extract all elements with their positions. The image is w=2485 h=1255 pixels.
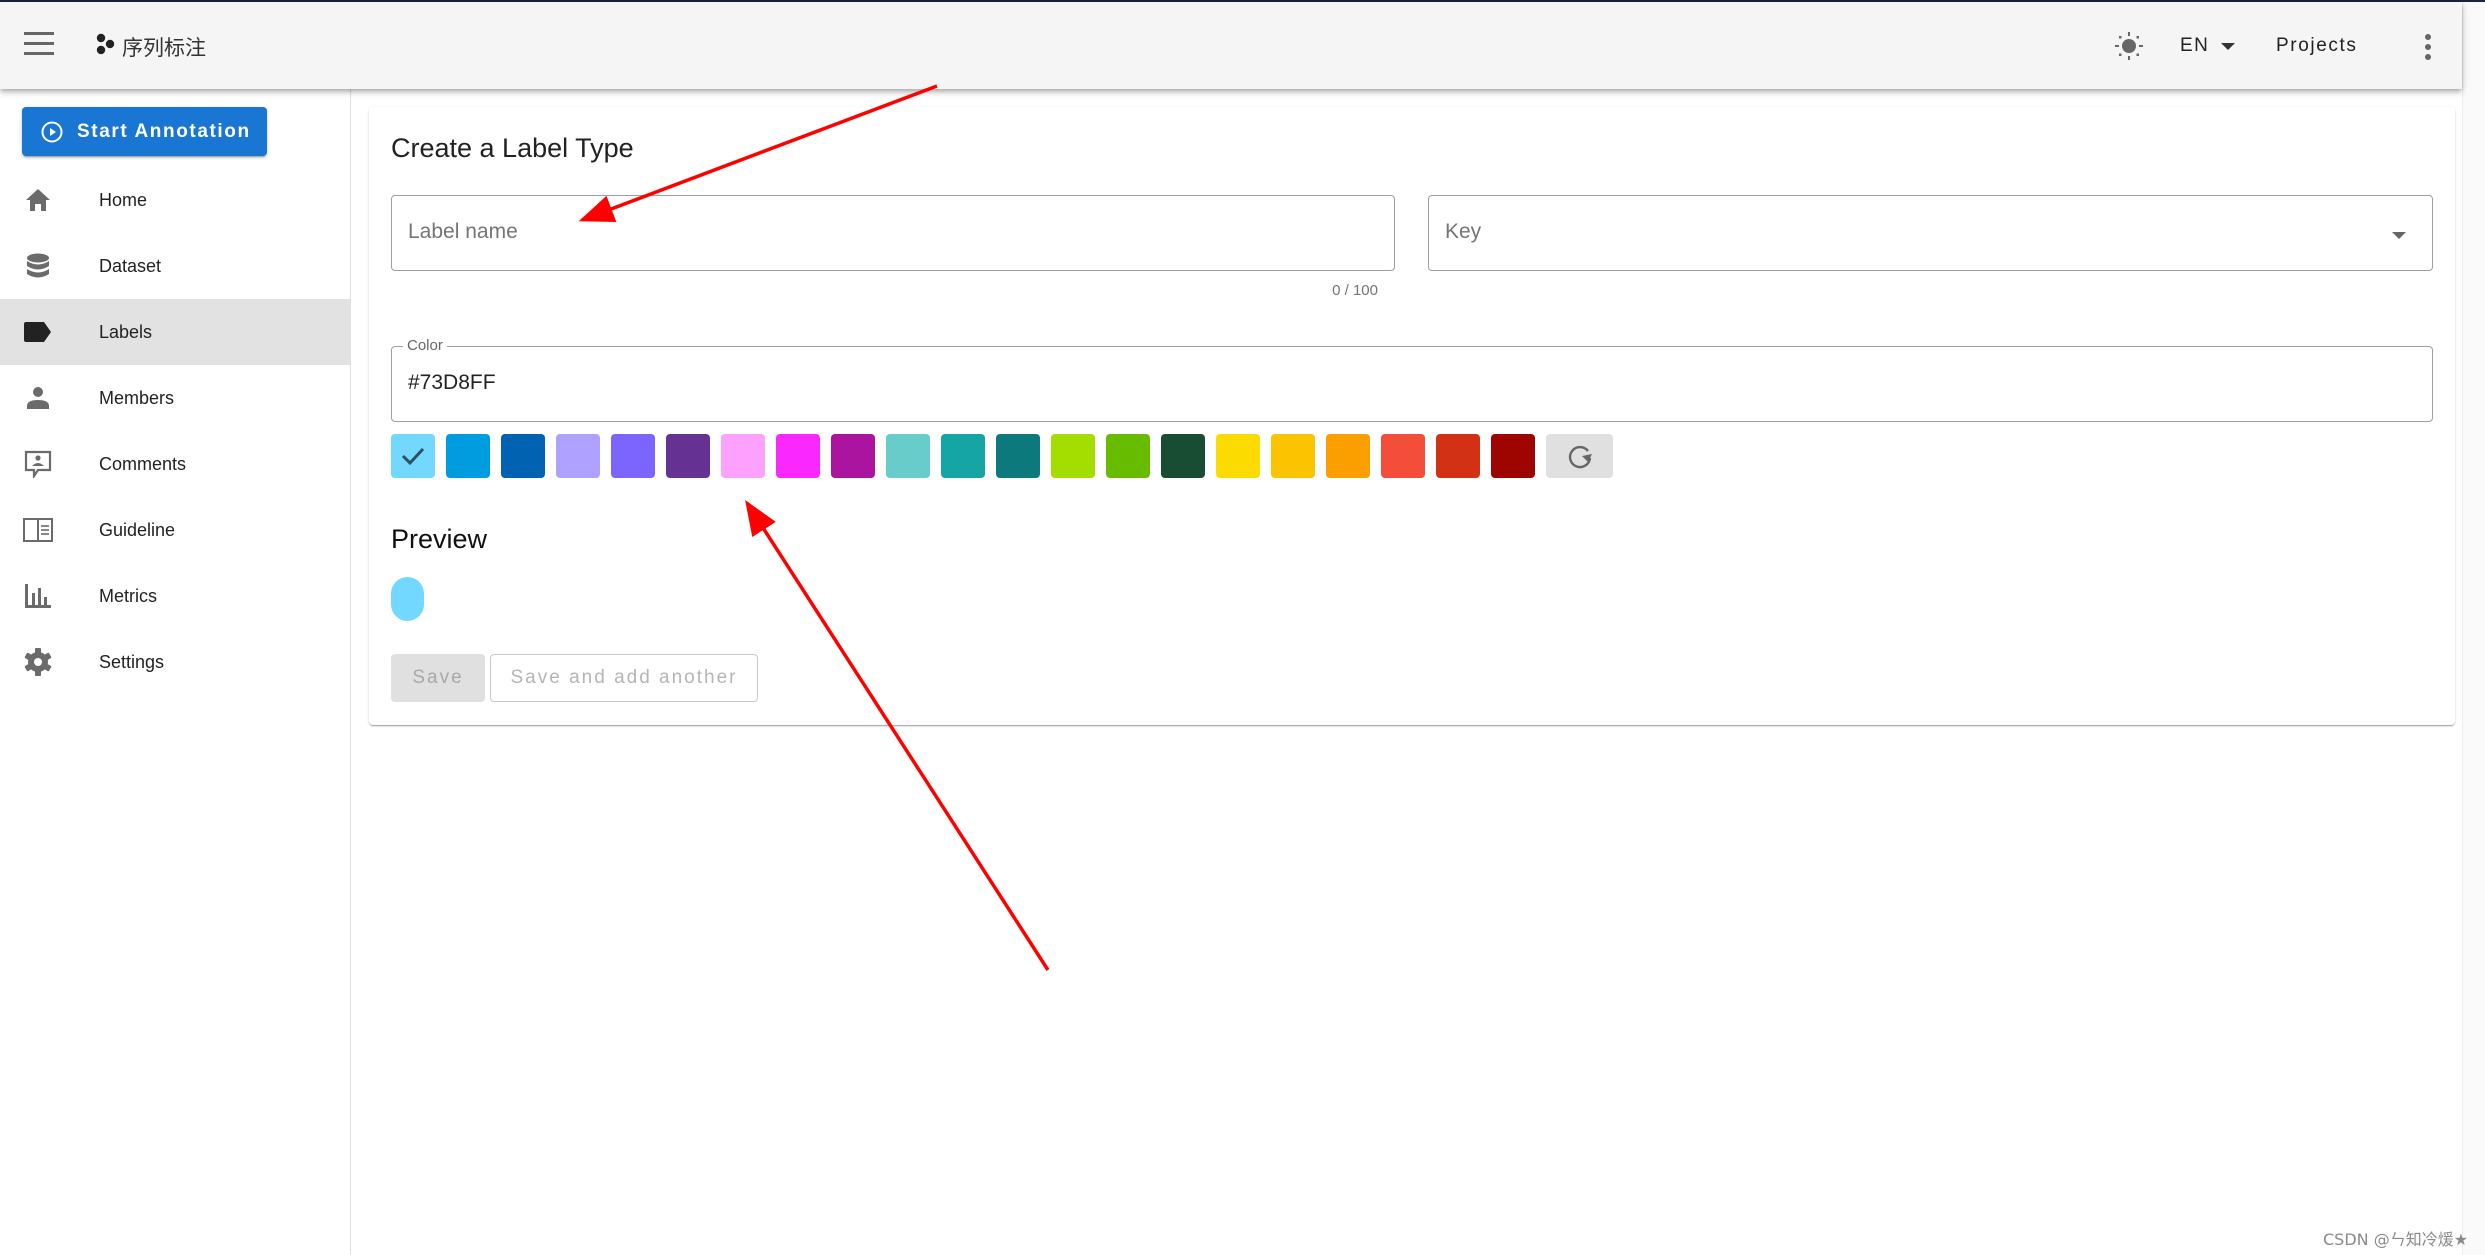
color-swatch[interactable] [391, 434, 435, 478]
menu-icon[interactable] [24, 32, 54, 58]
sidebar-item-label: Metrics [99, 585, 157, 606]
create-label-card: Create a Label Type Label name 0 / 100 K… [369, 107, 2455, 725]
preview-label-chip [391, 577, 424, 621]
color-swatch[interactable] [501, 434, 545, 478]
sidebar-nav: Home Dataset Labels Members Comments Gui… [0, 167, 350, 695]
page-title: Create a Label Type [391, 133, 634, 163]
color-swatch[interactable] [831, 434, 875, 478]
gear-icon [24, 648, 52, 676]
sidebar-item-members[interactable]: Members [0, 365, 350, 431]
sidebar-item-label: Settings [99, 651, 165, 672]
more-vert-icon[interactable] [2424, 34, 2432, 60]
sidebar-item-guideline[interactable]: Guideline [0, 497, 350, 563]
sidebar-item-home[interactable]: Home [0, 167, 350, 233]
sidebar-item-label: Home [99, 189, 148, 210]
color-swatch[interactable] [1216, 434, 1260, 478]
color-swatch[interactable] [941, 434, 985, 478]
color-swatch[interactable] [446, 434, 490, 478]
sidebar-item-label: Guideline [99, 519, 176, 540]
label-icon [24, 322, 51, 342]
preview-title: Preview [391, 524, 488, 554]
label-name-placeholder: Label name [408, 220, 518, 243]
label-name-input[interactable]: Label name [391, 195, 1395, 271]
label-name-counter: 0 / 100 [1332, 282, 1378, 299]
sidebar-item-settings[interactable]: Settings [0, 629, 350, 695]
key-placeholder: Key [1445, 220, 1482, 243]
comment-icon [24, 450, 52, 478]
color-swatch[interactable] [776, 434, 820, 478]
color-input[interactable]: Color #73D8FF [391, 337, 2433, 422]
color-swatch[interactable] [1381, 434, 1425, 478]
language-label: EN [2180, 35, 2210, 56]
bar-chart-icon [25, 584, 51, 608]
app-logo-icon [96, 33, 115, 55]
save-button[interactable]: Save [391, 654, 485, 702]
start-annotation-button[interactable]: Start Annotation [22, 107, 267, 156]
sidebar-item-dataset[interactable]: Dataset [0, 233, 350, 299]
save-and-add-another-button[interactable]: Save and add another [490, 654, 758, 702]
sidebar-item-label: Comments [99, 453, 187, 474]
color-swatch[interactable] [1161, 434, 1205, 478]
scrollbar[interactable] [2462, 2, 2485, 1255]
sidebar: Start Annotation Home Dataset Labels Mem… [0, 89, 351, 1255]
color-swatch[interactable] [1491, 434, 1535, 478]
caret-down-icon [2392, 232, 2406, 239]
color-swatch[interactable] [556, 434, 600, 478]
home-icon [26, 189, 50, 211]
sidebar-item-label: Labels [99, 321, 153, 342]
start-annotation-label: Start Annotation [77, 120, 251, 142]
sidebar-item-label: Members [99, 387, 175, 408]
sidebar-item-labels[interactable]: Labels [0, 299, 350, 365]
color-value: #73D8FF [408, 371, 496, 394]
app-title[interactable]: 序列标注 [122, 32, 206, 62]
app-bar: 序列标注 EN Projects [0, 2, 2462, 89]
sidebar-item-metrics[interactable]: Metrics [0, 563, 350, 629]
color-swatch-palette [391, 434, 1624, 478]
color-swatch[interactable] [721, 434, 765, 478]
book-icon [23, 518, 53, 542]
sidebar-item-label: Dataset [99, 255, 162, 276]
color-swatch[interactable] [611, 434, 655, 478]
database-icon [27, 253, 49, 278]
sidebar-item-comments[interactable]: Comments [0, 431, 350, 497]
check-icon [401, 447, 425, 466]
color-swatch[interactable] [1271, 434, 1315, 478]
watermark: CSDN @ㄣ知冷煖★ [2323, 1230, 2469, 1249]
color-swatch[interactable] [666, 434, 710, 478]
color-swatch[interactable] [1326, 434, 1370, 478]
projects-button[interactable]: Projects [2276, 28, 2357, 64]
key-select[interactable]: Key [1428, 195, 2433, 271]
language-selector[interactable]: EN [2180, 28, 2236, 64]
color-swatch[interactable] [1106, 434, 1150, 478]
color-swatch[interactable] [886, 434, 930, 478]
random-color-button[interactable] [1546, 434, 1613, 478]
color-swatch[interactable] [1051, 434, 1095, 478]
color-legend: Color [403, 337, 447, 354]
person-icon [27, 387, 49, 409]
caret-down-icon [2221, 42, 2236, 50]
color-swatch[interactable] [996, 434, 1040, 478]
refresh-icon [1568, 445, 1592, 469]
theme-toggle-sun-icon[interactable] [2113, 30, 2145, 62]
play-circle-icon [41, 121, 63, 142]
color-swatch[interactable] [1436, 434, 1480, 478]
